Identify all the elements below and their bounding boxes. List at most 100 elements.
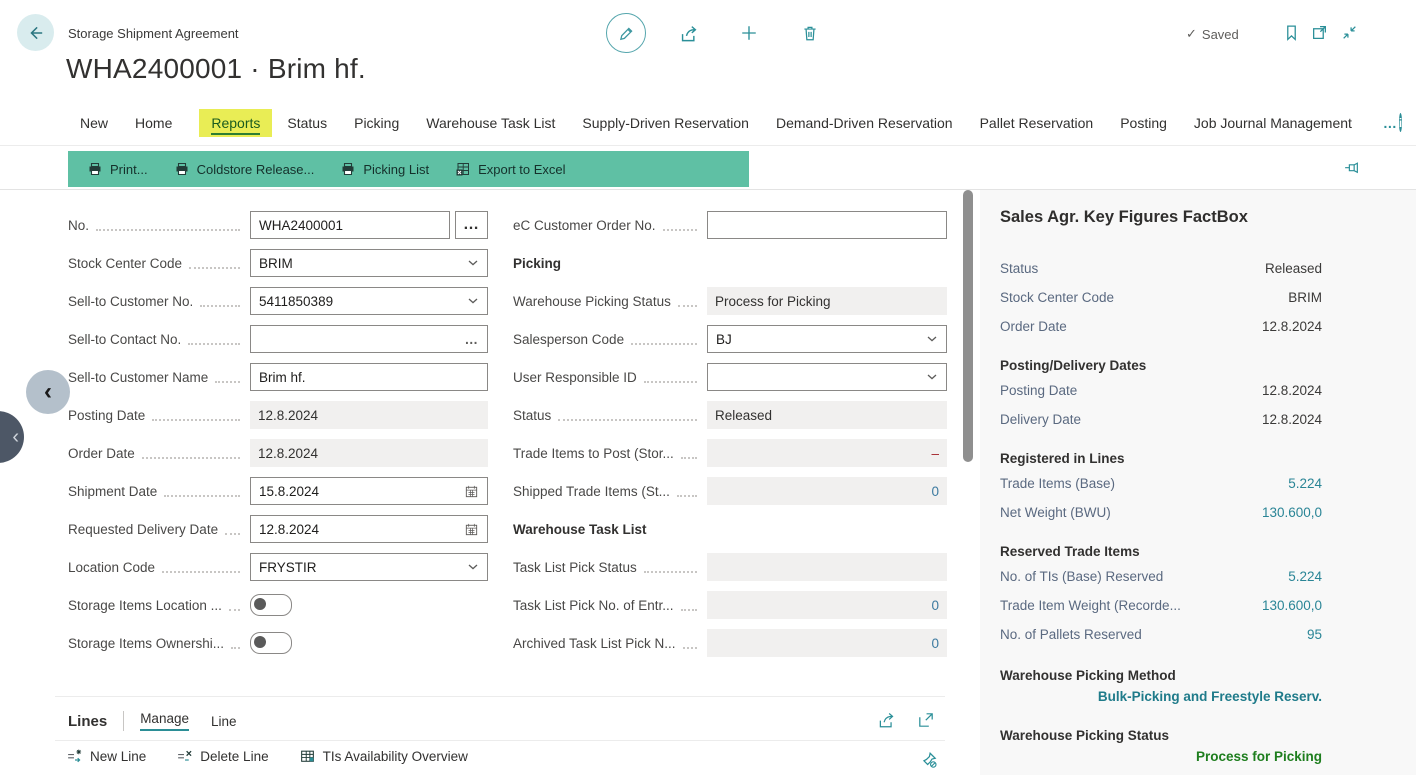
- shipment-date-input[interactable]: [259, 484, 464, 499]
- sell-to-contact-no-input[interactable]: [259, 332, 465, 347]
- picking-list-button[interactable]: Picking List: [327, 151, 442, 187]
- delete-line-button[interactable]: Delete Line: [176, 748, 268, 765]
- net-weight-link[interactable]: 130.600,0: [1262, 505, 1322, 520]
- new-line-button[interactable]: New Line: [66, 748, 146, 765]
- saved-label: Saved: [1202, 27, 1239, 42]
- toggle-knob: [254, 598, 266, 610]
- main-scrollbar[interactable]: [963, 190, 973, 462]
- field-sell-to-contact-no: Sell-to Contact No. …: [68, 325, 488, 353]
- tab-job-journal-management[interactable]: Job Journal Management: [1194, 115, 1352, 131]
- trade-items-base-link[interactable]: 5.224: [1288, 476, 1322, 491]
- open-in-new-window-button[interactable]: [1311, 24, 1328, 41]
- tab-home[interactable]: Home: [135, 115, 172, 131]
- tis-availability-overview-button[interactable]: TIs Availability Overview: [299, 748, 468, 765]
- tab-demand-driven-reservation[interactable]: Demand-Driven Reservation: [776, 115, 953, 131]
- lines-share-button[interactable]: [877, 711, 895, 729]
- tab-reports[interactable]: Reports: [199, 109, 272, 137]
- factbox-panel: Sales Agr. Key Figures FactBox Status Re…: [980, 190, 1416, 775]
- breadcrumb[interactable]: Storage Shipment Agreement: [68, 26, 239, 41]
- lines-title: Lines: [68, 713, 107, 730]
- no-assist-button[interactable]: …: [455, 211, 488, 239]
- chevron-down-icon[interactable]: [926, 373, 938, 381]
- factbox-row-status: Status Released: [1000, 257, 1322, 279]
- share-button[interactable]: [679, 24, 698, 43]
- calendar-icon[interactable]: [464, 522, 479, 537]
- chevron-down-icon[interactable]: [926, 335, 938, 343]
- field-archived-task-list-pick: Archived Task List Pick N... 0: [513, 629, 947, 657]
- chevron-left-icon: ‹: [12, 426, 19, 449]
- tab-warehouse-task-list[interactable]: Warehouse Task List: [426, 115, 555, 131]
- coldstore-release-button[interactable]: Coldstore Release...: [161, 151, 328, 187]
- share-icon: [679, 24, 698, 43]
- calendar-icon[interactable]: [464, 484, 479, 499]
- storage-items-location-toggle[interactable]: [250, 594, 292, 616]
- chevron-down-icon[interactable]: [467, 259, 479, 267]
- chevron-down-icon[interactable]: [467, 297, 479, 305]
- tab-new[interactable]: New: [80, 115, 108, 131]
- excel-icon: [455, 161, 471, 177]
- info-icon[interactable]: i: [1399, 113, 1402, 132]
- edit-button[interactable]: [606, 13, 646, 53]
- lines-tab-manage[interactable]: Manage: [140, 711, 189, 731]
- collapse-button[interactable]: [1341, 24, 1358, 41]
- export-to-excel-button[interactable]: Export to Excel: [442, 151, 578, 187]
- tab-status[interactable]: Status: [287, 115, 327, 131]
- field-sell-to-customer-name: Sell-to Customer Name: [68, 363, 488, 391]
- field-stock-center-code: Stock Center Code: [68, 249, 488, 277]
- back-arrow-icon: [27, 24, 45, 42]
- collapse-panel-button[interactable]: ‹: [26, 370, 70, 414]
- expand-icon: [917, 711, 935, 729]
- picking-method-value[interactable]: Bulk-Picking and Freestyle Reserv.: [1000, 689, 1322, 704]
- popout-icon: [1311, 24, 1328, 41]
- field-trade-items-to-post: Trade Items to Post (Stor... –: [513, 439, 947, 467]
- requested-delivery-date-input[interactable]: [259, 522, 464, 537]
- previous-record-button[interactable]: ‹: [0, 411, 24, 463]
- no-input[interactable]: [259, 218, 441, 233]
- more-options-icon[interactable]: …: [1383, 115, 1399, 131]
- salesperson-code-dropdown[interactable]: [707, 325, 947, 353]
- tis-reserved-link[interactable]: 5.224: [1288, 569, 1322, 584]
- field-sell-to-customer-no: Sell-to Customer No.: [68, 287, 488, 315]
- sell-to-customer-no-dropdown[interactable]: [250, 287, 488, 315]
- pallets-reserved-link[interactable]: 95: [1307, 627, 1322, 642]
- storage-items-ownership-toggle[interactable]: [250, 632, 292, 654]
- command-bar: Print... Coldstore Release... Picking Li…: [0, 146, 1416, 190]
- factbox-row-pallets-reserved: No. of Pallets Reserved 95: [1000, 623, 1322, 645]
- pencil-icon: [618, 25, 635, 42]
- contact-assist-button[interactable]: …: [465, 332, 480, 347]
- location-code-dropdown[interactable]: [250, 553, 488, 581]
- ec-customer-order-no-input[interactable]: [716, 218, 938, 233]
- lines-toolbar: New Line Delete Line TIs Availability Ov…: [66, 748, 468, 765]
- task-list-pick-entries-value: 0: [707, 591, 947, 619]
- tab-pallet-reservation[interactable]: Pallet Reservation: [980, 115, 1094, 131]
- delete-button[interactable]: [801, 24, 819, 42]
- field-no: No. …: [68, 211, 488, 239]
- stock-center-code-dropdown[interactable]: [250, 249, 488, 277]
- lines-toolbar-divider: [55, 740, 945, 741]
- chevron-down-icon[interactable]: [467, 563, 479, 571]
- tab-supply-driven-reservation[interactable]: Supply-Driven Reservation: [582, 115, 749, 131]
- lines-expand-button[interactable]: [917, 711, 935, 729]
- factbox-row-posting-date: Posting Date 12.8.2024: [1000, 379, 1322, 401]
- share-icon: [877, 711, 895, 729]
- unpin-icon[interactable]: [920, 751, 938, 769]
- new-document-button[interactable]: [740, 24, 758, 42]
- lines-tab-line[interactable]: Line: [211, 714, 237, 729]
- bookmark-button[interactable]: [1283, 24, 1300, 41]
- factbox-heading-picking-method: Warehouse Picking Method: [1000, 668, 1416, 683]
- factbox-row-stock-center-code: Stock Center Code BRIM: [1000, 286, 1322, 308]
- posting-date-value: 12.8.2024: [250, 401, 488, 429]
- trade-item-weight-link[interactable]: 130.600,0: [1262, 598, 1322, 613]
- tab-posting[interactable]: Posting: [1120, 115, 1167, 131]
- field-location-code: Location Code: [68, 553, 488, 581]
- pin-icon[interactable]: [1343, 159, 1360, 176]
- user-responsible-id-dropdown[interactable]: [707, 363, 947, 391]
- print-button[interactable]: Print...: [74, 151, 161, 187]
- sell-to-customer-name-input[interactable]: [259, 370, 479, 385]
- tab-picking[interactable]: Picking: [354, 115, 399, 131]
- back-button[interactable]: [17, 14, 54, 51]
- factbox-title: Sales Agr. Key Figures FactBox: [1000, 208, 1416, 227]
- warehouse-picking-status-value: Process for Picking: [707, 287, 947, 315]
- save-status: ✓ Saved: [1186, 26, 1239, 42]
- factbox-heading-registered-in-lines: Registered in Lines: [1000, 451, 1416, 466]
